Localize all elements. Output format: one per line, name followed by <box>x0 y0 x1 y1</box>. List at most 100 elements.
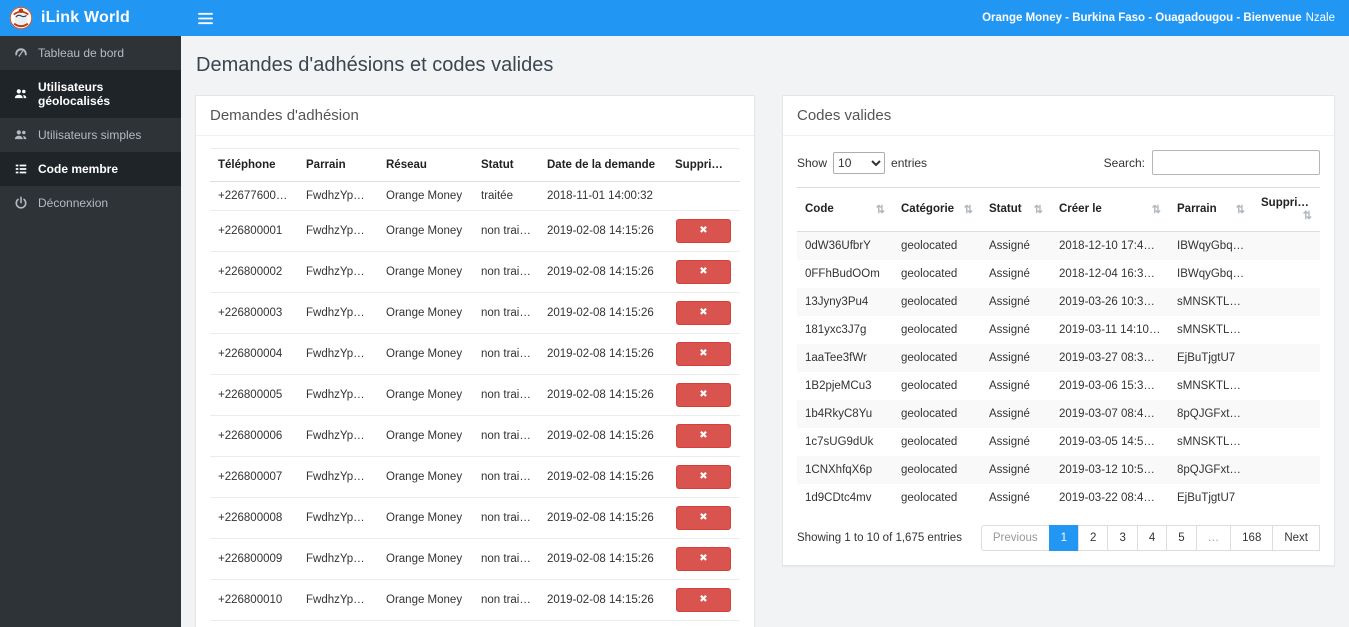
cell-statut: non traitée <box>473 333 539 375</box>
sort-icon[interactable]: ⇅ <box>876 203 885 216</box>
cell-statut: non traitée <box>473 292 539 334</box>
cell-code: 1c7sUG9dUk <box>805 436 874 448</box>
cell-telephone: +226800003 <box>210 292 298 334</box>
cell-code: 0FFhBudOOm <box>805 268 880 280</box>
delete-button[interactable]: ✖ <box>676 260 731 284</box>
cell-parrain: sMNSKTL4OR <box>1177 324 1253 336</box>
power-icon <box>15 196 27 209</box>
sort-icon[interactable]: ⇅ <box>1034 203 1043 216</box>
cell-parrain: EjBuTjgtU7 <box>1177 352 1236 364</box>
column-header-code[interactable]: Code ⇅ <box>797 187 893 232</box>
page-length-select[interactable]: 10 <box>833 151 886 174</box>
table-row: 1aaTee3fWr geolocated Assigné 2019-03-27… <box>797 344 1320 372</box>
x-icon: ✖ <box>699 553 708 564</box>
delete-button[interactable]: ✖ <box>676 424 731 448</box>
cell-telephone: +226800006 <box>210 415 298 457</box>
cell-statut: Assigné <box>989 296 1030 308</box>
sidebar-item-code-membre[interactable]: Code membre <box>0 152 181 186</box>
delete-button[interactable]: ✖ <box>676 465 731 489</box>
cell-statut: Assigné <box>989 380 1030 392</box>
sort-icon[interactable]: ⇅ <box>1152 203 1161 216</box>
brand[interactable]: iLink World <box>0 0 181 36</box>
page-button[interactable]: 168 <box>1230 525 1274 551</box>
codes-table: Code ⇅ Catégorie ⇅ Statut ⇅ Créer le ⇅ Parra… <box>797 187 1320 512</box>
table-row: +226800002 FwdhzYphN9 Orange Money non t… <box>210 251 740 293</box>
x-icon: ✖ <box>699 389 708 400</box>
cell-parrain: 8pQJGFxtWV <box>1177 408 1248 420</box>
cell-date: 2019-02-08 14:15:26 <box>539 538 667 580</box>
sort-icon[interactable]: ⇅ <box>964 203 973 216</box>
cell-statut: Assigné <box>989 464 1030 476</box>
sidebar-item-tableau-de-bord[interactable]: Tableau de bord <box>0 36 181 70</box>
page-button[interactable]: Previous <box>980 525 1050 551</box>
search-input[interactable] <box>1152 150 1320 175</box>
page-button[interactable]: 4 <box>1136 525 1168 551</box>
column-header-creer-le[interactable]: Créer le ⇅ <box>1051 187 1169 232</box>
adhesions-header-row: Téléphone Parrain Réseau Statut Date de … <box>210 148 740 182</box>
delete-button[interactable]: ✖ <box>676 588 731 612</box>
cell-reseau: Orange Money <box>378 579 473 621</box>
delete-button[interactable]: ✖ <box>676 301 731 325</box>
cell-statut: non traitée <box>473 456 539 498</box>
pagination: Previous 1 2 3 4 5 … 168 Next <box>980 525 1320 551</box>
sidebar-item-deconnexion[interactable]: Déconnexion <box>0 186 181 220</box>
sidebar-toggle-button[interactable] <box>181 0 229 36</box>
page-button[interactable]: 3 <box>1107 525 1138 551</box>
cell-creer-le: 2019-03-11 14:10:36 <box>1059 324 1165 336</box>
cell-date: 2019-02-12 19:10:32 <box>539 620 667 627</box>
delete-button[interactable]: ✖ <box>676 547 731 571</box>
delete-button[interactable]: ✖ <box>676 383 731 407</box>
cell-parrain: FwdhzYphN9 <box>298 538 378 580</box>
cell-reseau: Orange Money <box>378 210 473 252</box>
page-button[interactable]: 1 <box>1048 525 1080 551</box>
column-header-statut[interactable]: Statut ⇅ <box>981 187 1051 232</box>
adhesions-table: Téléphone Parrain Réseau Statut Date de … <box>210 148 740 627</box>
page-button[interactable]: 2 <box>1078 525 1109 551</box>
datatable-footer: Showing 1 to 10 of 1,675 entries Previou… <box>797 512 1320 561</box>
cell-parrain: sMNSKTL4OR <box>1177 380 1253 392</box>
table-row: 0FFhBudOOm geolocated Assigné 2018-12-04… <box>797 260 1320 288</box>
sort-icon[interactable]: ⇅ <box>1303 209 1312 222</box>
cell-categorie: geolocated <box>901 380 958 392</box>
cell-code: 1b4RkyC8Yu <box>805 408 873 420</box>
cell-supprimer: ✖ <box>667 579 740 621</box>
codes-panel: Codes valides Show 10 entries Search: Co… <box>782 95 1335 566</box>
table-row: +226800001 FwdhzYphN9 Orange Money non t… <box>210 210 740 252</box>
column-header-parrain: Parrain <box>298 148 378 182</box>
list-icon <box>15 164 27 174</box>
sidebar-item-utilisateurs-simples[interactable]: Utilisateurs simples <box>0 118 181 152</box>
column-header-parrain[interactable]: Parrain ⇅ <box>1169 187 1253 232</box>
cell-supprimer <box>1253 288 1320 316</box>
cell-telephone: +226800009 <box>210 538 298 580</box>
hamburger-icon <box>197 12 213 24</box>
x-icon: ✖ <box>699 594 708 605</box>
sidebar-item-label: Tableau de bord <box>38 46 125 60</box>
cell-supprimer <box>1253 428 1320 456</box>
cell-parrain: 8pQJGFxtWV <box>1177 464 1248 476</box>
cell-categorie: geolocated <box>901 240 958 252</box>
column-header-supprimer[interactable]: Supprimer ⇅ <box>1253 187 1320 232</box>
table-row: 181yxc3J7g geolocated Assigné 2019-03-11… <box>797 316 1320 344</box>
delete-button[interactable]: ✖ <box>676 342 731 366</box>
cell-supprimer <box>1253 400 1320 428</box>
cell-statut: non traitée <box>473 497 539 539</box>
x-icon: ✖ <box>699 471 708 482</box>
page-button[interactable]: Next <box>1272 525 1320 551</box>
column-header-categorie[interactable]: Catégorie ⇅ <box>893 187 981 232</box>
topbar-context-text: Orange Money - Burkina Faso - Ouagadougo… <box>982 12 1302 24</box>
search-label: Search: <box>1103 155 1145 170</box>
brand-logo-icon <box>9 6 33 30</box>
table-row: +226800003 FwdhzYphN9 Orange Money non t… <box>210 292 740 334</box>
cell-supprimer <box>1253 232 1320 261</box>
cell-parrain: FwdhzYphN9 <box>298 415 378 457</box>
cell-reseau: Orange Money <box>378 251 473 293</box>
sort-icon[interactable]: ⇅ <box>1236 203 1245 216</box>
cell-statut: Assigné <box>989 268 1030 280</box>
cell-date: 2019-02-08 14:15:26 <box>539 251 667 293</box>
table-row: 0dW36UfbrY geolocated Assigné 2018-12-10… <box>797 231 1320 261</box>
page-button[interactable]: 5 <box>1166 525 1197 551</box>
sidebar-item-utilisateurs-geolocalises[interactable]: Utilisateurs géolocalisés <box>0 70 181 118</box>
delete-button[interactable]: ✖ <box>676 219 731 243</box>
delete-button[interactable]: ✖ <box>676 506 731 530</box>
page-button[interactable]: … <box>1195 525 1232 551</box>
